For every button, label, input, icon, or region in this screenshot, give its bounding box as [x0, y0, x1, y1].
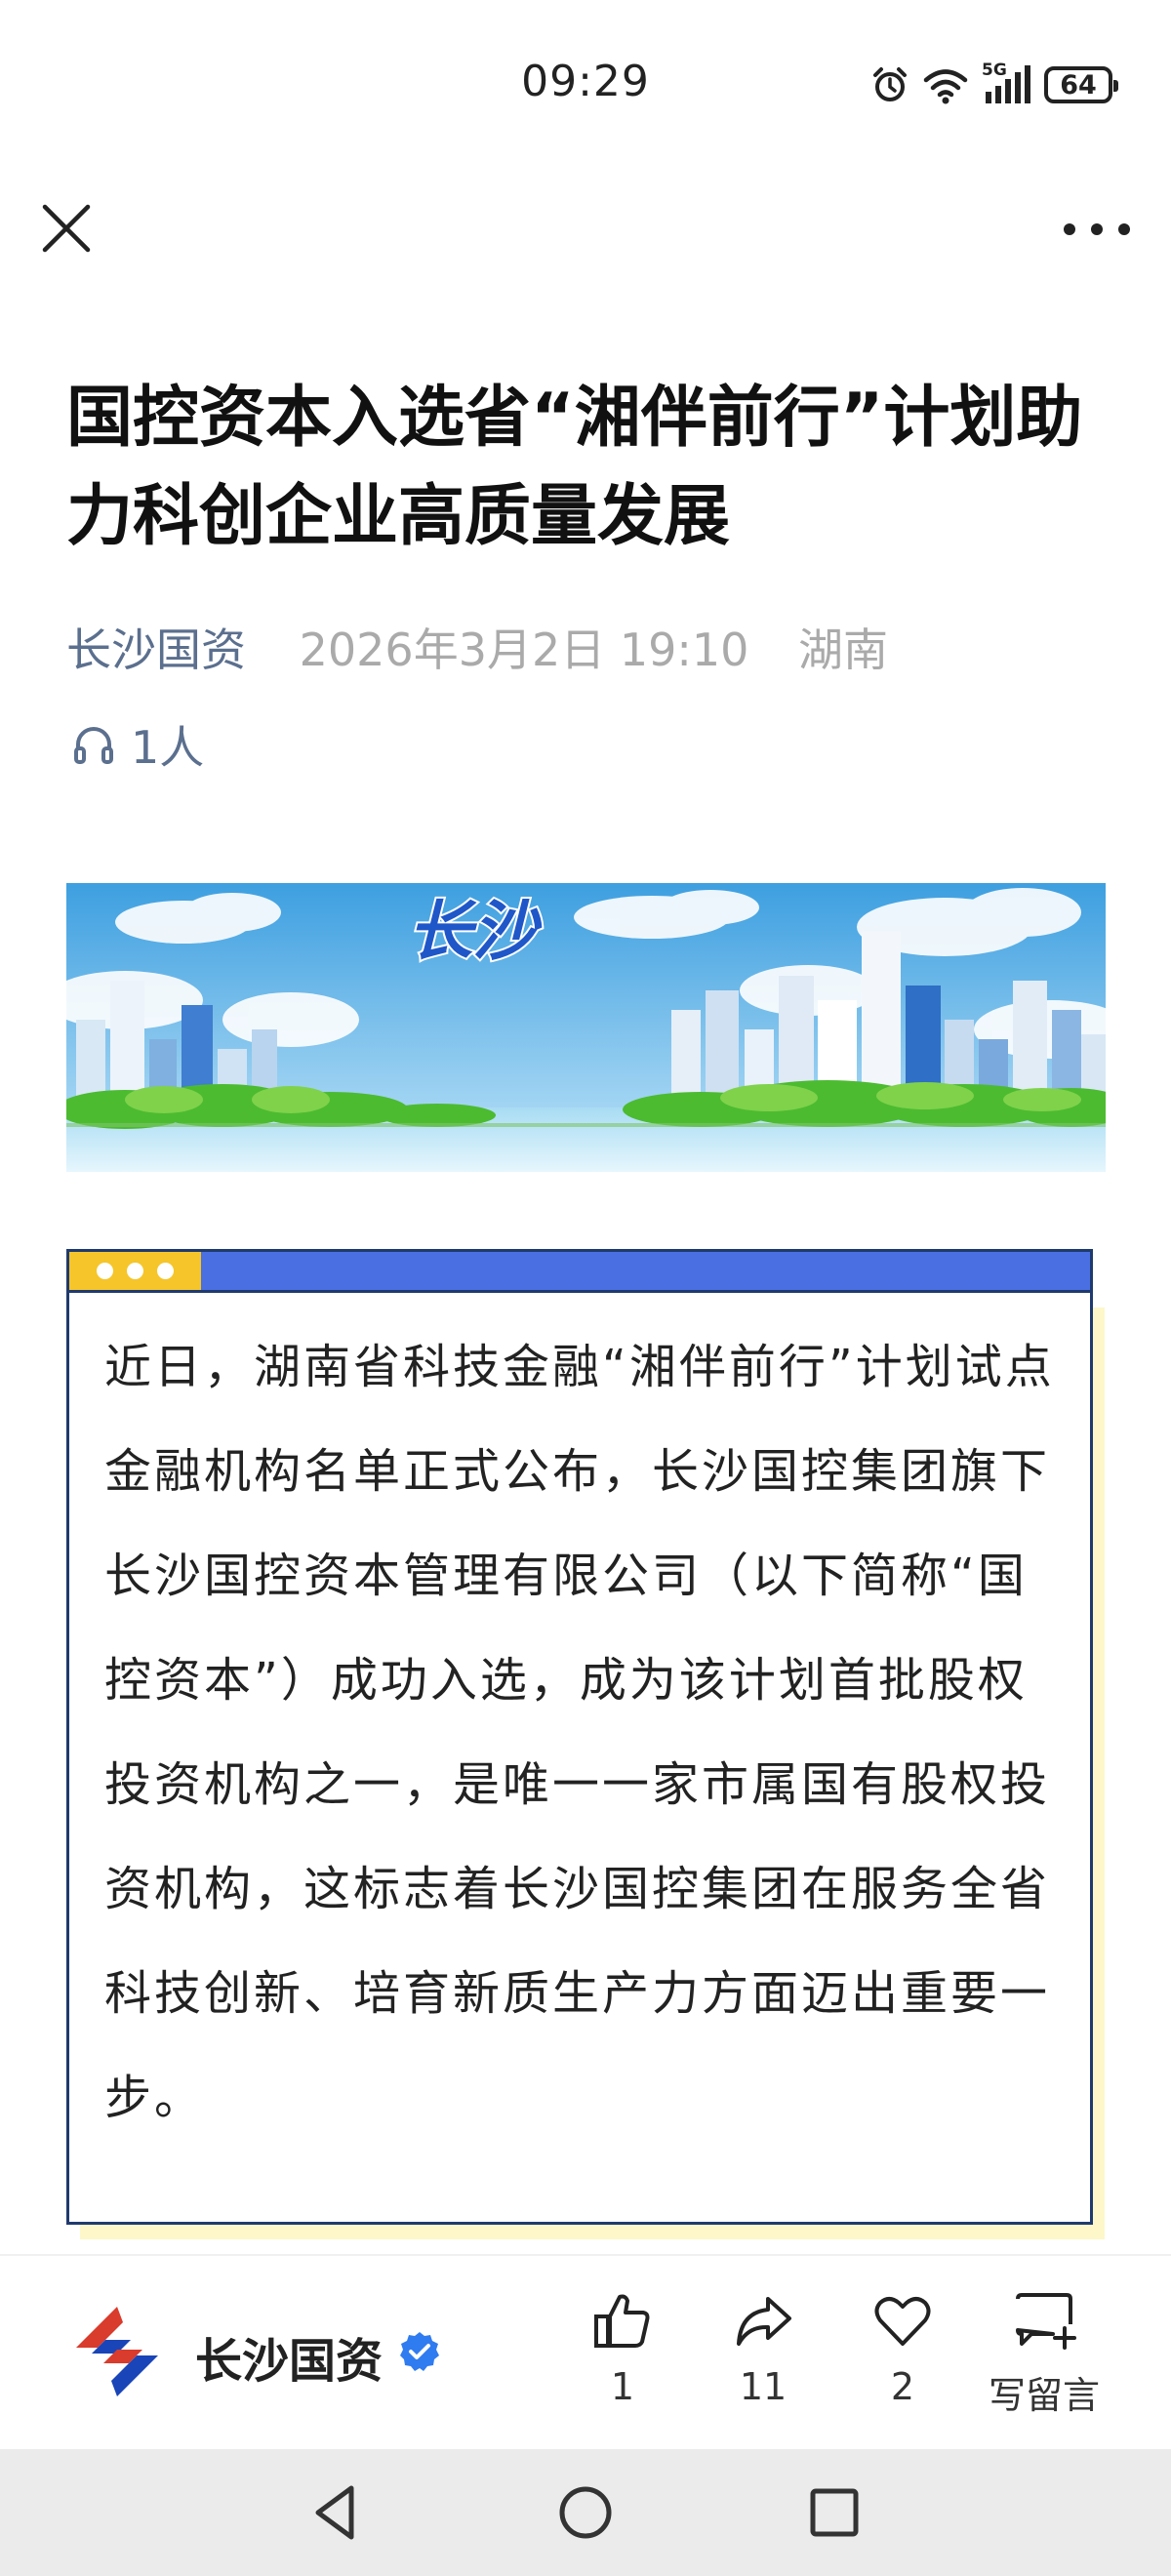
write-comment-button[interactable]: 写留言: [971, 2289, 1117, 2419]
headphones-icon: [74, 727, 113, 764]
like-count: 1: [610, 2365, 635, 2408]
verified-badge-icon: [400, 2332, 439, 2371]
share-count: 11: [739, 2365, 787, 2408]
battery-icon: 64: [1044, 66, 1118, 103]
account-logo[interactable]: [62, 2297, 172, 2406]
alarm-icon: [873, 67, 907, 101]
wifi-icon: [923, 69, 968, 104]
banner-text: 长沙: [408, 894, 543, 969]
favorite-button[interactable]: 2: [839, 2289, 966, 2408]
home-circle-icon[interactable]: [551, 2478, 620, 2547]
article-body-text: 近日，湖南省科技金融“湘伴前行”计划试点金融机构名单正式公布，长沙国控集团旗下长…: [104, 1340, 1055, 2125]
comment-add-icon: [1016, 2293, 1076, 2350]
status-bar: 09:29 5G 64: [0, 0, 1171, 166]
article-meta: 长沙国资 2026年3月2日 19:10 湖南: [66, 615, 888, 679]
article-date: 2026年3月2日 19:10: [299, 624, 749, 676]
status-icons: 5G 64: [870, 60, 1118, 109]
favorite-count: 2: [890, 2365, 915, 2408]
share-arrow-icon: [737, 2297, 791, 2346]
close-icon[interactable]: [37, 199, 96, 258]
article-location: 湖南: [798, 624, 889, 676]
like-button[interactable]: 1: [559, 2289, 686, 2408]
heart-icon: [874, 2297, 931, 2346]
account-name[interactable]: 长沙国资: [195, 2322, 383, 2391]
signal-icon: 5G: [982, 60, 1030, 105]
recents-square-icon[interactable]: [800, 2478, 868, 2547]
article-card: 近日，湖南省科技金融“湘伴前行”计划试点金融机构名单正式公布，长沙国控集团旗下长…: [66, 1249, 1093, 2225]
thumbs-up-icon: [594, 2294, 650, 2348]
card-dots: [69, 1252, 201, 1290]
listener-count: 1人: [131, 721, 205, 774]
card-header-bar: [69, 1252, 1090, 1293]
article-source-link[interactable]: 长沙国资: [66, 624, 246, 676]
listen-button[interactable]: 1人: [70, 712, 204, 777]
back-triangle-icon[interactable]: [303, 2478, 371, 2547]
battery-level: 64: [1060, 69, 1097, 101]
write-comment-label: 写留言: [988, 2374, 1100, 2417]
share-button[interactable]: 11: [700, 2289, 827, 2408]
more-dots-icon[interactable]: [1060, 205, 1134, 254]
article-title: 国控资本入选省“湘伴前行”计划助力科创企业高质量发展: [66, 380, 1083, 555]
article-banner-image: 长沙: [66, 883, 1106, 1172]
